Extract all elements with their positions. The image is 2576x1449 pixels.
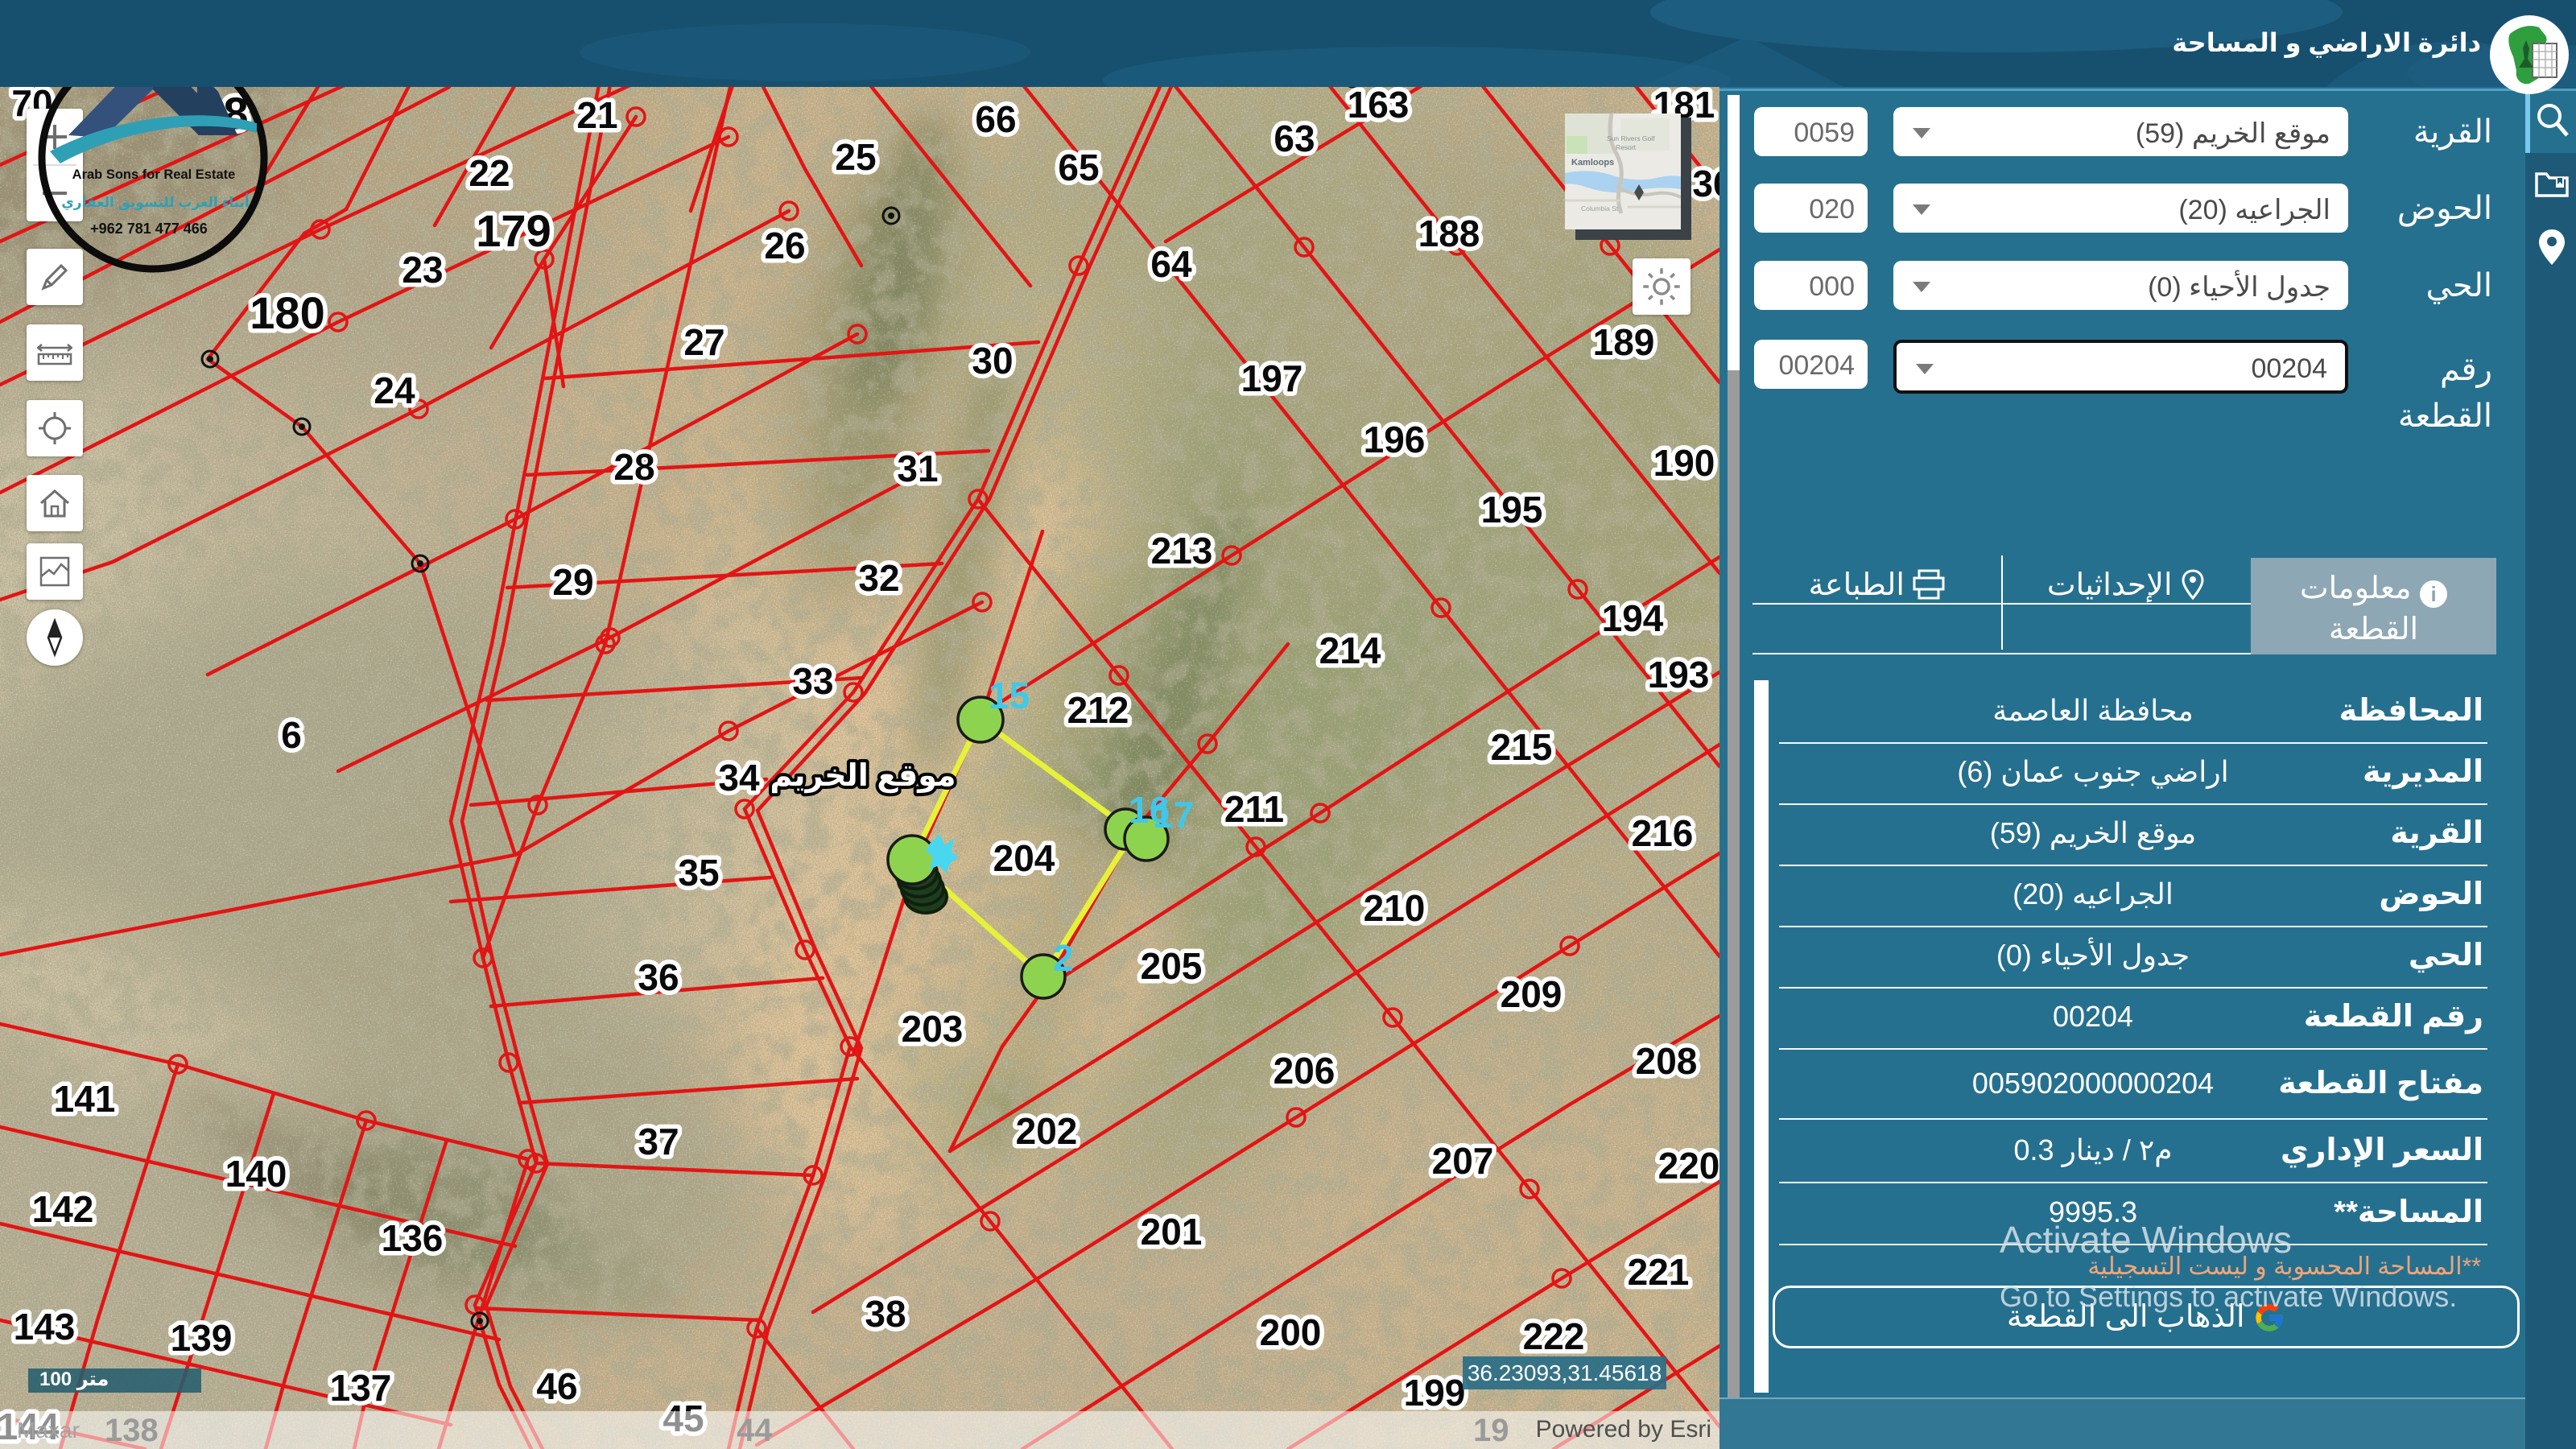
svg-text:193: 193 [1648, 654, 1710, 696]
svg-text:189: 189 [1593, 321, 1655, 363]
svg-text:25: 25 [835, 136, 876, 178]
svg-text:216: 216 [1632, 812, 1694, 854]
svg-text:201: 201 [1141, 1211, 1203, 1253]
svg-text:213: 213 [1151, 530, 1213, 572]
svg-text:142: 142 [32, 1188, 94, 1230]
svg-text:31: 31 [897, 448, 938, 489]
svg-text:196: 196 [1364, 419, 1426, 460]
svg-text:32: 32 [858, 557, 899, 599]
svg-text:64: 64 [1150, 243, 1192, 285]
svg-text:203: 203 [902, 1008, 964, 1050]
svg-text:163: 163 [1348, 84, 1410, 126]
svg-text:2: 2 [1053, 937, 1074, 979]
svg-text:63: 63 [1274, 118, 1315, 159]
svg-text:27: 27 [683, 321, 724, 363]
svg-text:199: 199 [1404, 1372, 1466, 1414]
svg-text:179: 179 [476, 205, 551, 256]
svg-text:208: 208 [1636, 1040, 1698, 1082]
svg-text:180: 180 [250, 287, 324, 338]
svg-text:66: 66 [975, 98, 1016, 140]
svg-text:33: 33 [792, 660, 833, 702]
svg-text:222: 222 [1523, 1315, 1585, 1357]
svg-text:140: 140 [225, 1153, 287, 1195]
svg-text:143: 143 [14, 1306, 76, 1348]
svg-text:209: 209 [1501, 973, 1563, 1015]
svg-text:Sun Rivers Golf: Sun Rivers Golf [1607, 134, 1655, 142]
svg-text:211: 211 [1224, 788, 1284, 830]
svg-text:28: 28 [613, 446, 654, 488]
svg-text:215: 215 [1491, 726, 1553, 768]
svg-text:21: 21 [576, 94, 617, 136]
svg-text:197: 197 [1241, 357, 1303, 399]
svg-text:202: 202 [1016, 1110, 1078, 1152]
svg-text:38: 38 [865, 1293, 906, 1335]
svg-text:194: 194 [1602, 597, 1664, 639]
svg-text:195: 195 [1481, 489, 1543, 530]
svg-text:17: 17 [1153, 794, 1194, 836]
svg-text:23: 23 [402, 249, 443, 291]
svg-text:Kamloops: Kamloops [1571, 158, 1614, 167]
svg-text:15: 15 [989, 675, 1030, 716]
svg-text:214: 214 [1319, 630, 1381, 671]
svg-text:136: 136 [382, 1217, 444, 1259]
svg-text:141: 141 [54, 1078, 116, 1120]
svg-text:Resort: Resort [1616, 143, 1637, 151]
svg-text:65: 65 [1058, 147, 1099, 188]
svg-text:24: 24 [374, 369, 415, 411]
svg-text:أبناء العرب للتسويق العقاري: أبناء العرب للتسويق العقاري [61, 193, 250, 211]
svg-text:220: 220 [1658, 1145, 1720, 1187]
svg-text:+962 781 477 466: +962 781 477 466 [90, 221, 208, 237]
svg-text:212: 212 [1067, 689, 1129, 731]
svg-text:36: 36 [638, 956, 679, 998]
svg-text:6: 6 [281, 714, 302, 756]
svg-text:190: 190 [1653, 442, 1715, 484]
svg-text:Columbia St: Columbia St [1581, 204, 1619, 213]
svg-text:205: 205 [1141, 945, 1203, 987]
svg-text:210: 210 [1364, 887, 1426, 929]
svg-text:34: 34 [718, 757, 760, 799]
svg-text:46: 46 [536, 1365, 577, 1407]
svg-text:200: 200 [1260, 1311, 1322, 1353]
svg-text:204: 204 [993, 837, 1055, 879]
svg-text:Arab Sons for Real Estate: Arab Sons for Real Estate [72, 167, 236, 182]
svg-text:139: 139 [171, 1317, 233, 1359]
svg-text:35: 35 [678, 852, 719, 894]
svg-text:37: 37 [638, 1121, 679, 1162]
svg-text:22: 22 [469, 152, 510, 194]
svg-text:207: 207 [1432, 1140, 1494, 1182]
svg-text:موقع الخريم: موقع الخريم [770, 759, 956, 794]
svg-text:206: 206 [1274, 1050, 1335, 1092]
svg-text:29: 29 [552, 561, 593, 603]
svg-text:26: 26 [764, 225, 805, 266]
svg-text:221: 221 [1628, 1251, 1690, 1293]
svg-text:188: 188 [1418, 213, 1480, 254]
svg-text:137: 137 [330, 1367, 392, 1409]
svg-text:30: 30 [972, 340, 1013, 382]
